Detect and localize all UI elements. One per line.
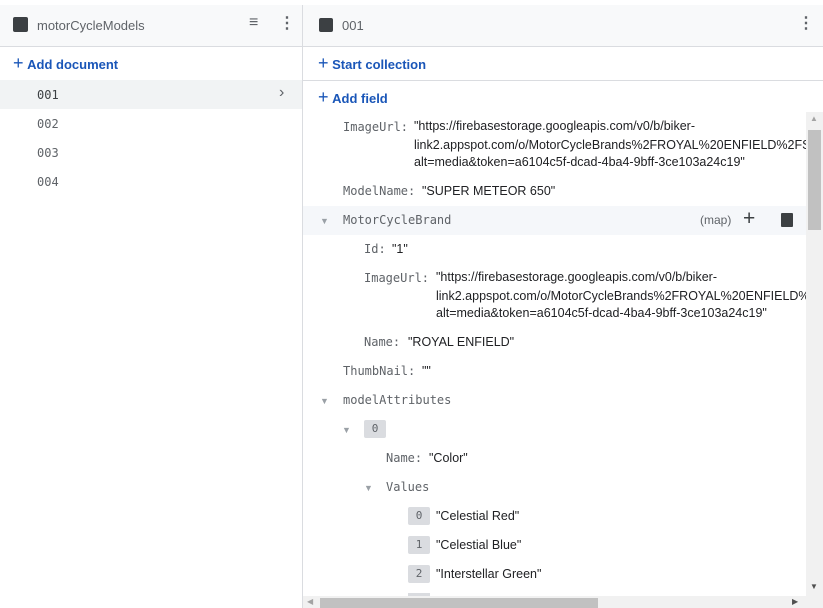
add-field-button[interactable]: + Add field [318, 87, 388, 108]
collapse-arrow-icon[interactable]: ▼ [320, 396, 329, 406]
field-key: ModelName: [343, 184, 416, 198]
field-key: Id: [364, 242, 386, 256]
field-value[interactable]: "https://firebasestorage.googleapis.com/… [436, 270, 717, 284]
array-index: 1 [408, 536, 430, 554]
filter-icon[interactable]: ≡ [249, 14, 258, 32]
plus-icon: + [13, 53, 24, 73]
more-vert-icon[interactable]: ⋮ [279, 13, 295, 33]
divider [303, 80, 823, 81]
document-item[interactable]: 004 [37, 175, 59, 189]
plus-icon: + [318, 87, 329, 107]
field-value[interactable]: "Interstellar Green" [436, 567, 541, 581]
delete-icon[interactable] [781, 213, 793, 227]
field-key: ImageUrl: [364, 271, 430, 285]
collection-title: motorCycleModels [37, 18, 145, 33]
scroll-up-icon[interactable]: ▲ [810, 114, 818, 123]
field-value[interactable]: link2.appspot.com/o/MotorCycleBrands%2FR… [414, 138, 806, 152]
field-key: ThumbNail: [343, 364, 416, 378]
document-item[interactable]: 001 [37, 88, 59, 102]
field-value[interactable]: "Color" [429, 451, 468, 465]
add-field-label: Add field [332, 91, 388, 106]
more-vert-icon[interactable]: ⋮ [798, 13, 814, 33]
field-key: MotorCycleBrand [343, 213, 452, 227]
horizontal-scrollbar-thumb[interactable] [320, 598, 598, 608]
document-title: 001 [342, 18, 364, 33]
add-document-button[interactable]: + Add document [13, 53, 118, 74]
field-key: modelAttributes [343, 393, 452, 407]
field-key: Name: [364, 335, 401, 349]
field-value[interactable]: "" [422, 364, 431, 378]
field-value[interactable]: alt=media&token=a6104c5f-dcad-4ba4-9bff-… [414, 155, 745, 169]
chevron-right-icon: › [279, 84, 285, 101]
document-icon [319, 18, 333, 32]
collapse-arrow-icon[interactable]: ▼ [364, 483, 373, 493]
field-type: (map) [700, 213, 732, 227]
document-item[interactable]: 002 [37, 117, 59, 131]
array-index: 2 [408, 565, 430, 583]
collection-icon [13, 17, 28, 32]
field-key: Values [386, 480, 430, 494]
field-value[interactable]: "ROYAL ENFIELD" [408, 335, 514, 349]
field-value[interactable]: alt=media&token=a6104c5f-dcad-4ba4-9bff-… [436, 306, 767, 320]
field-key: Name: [386, 451, 423, 465]
document-list [0, 47, 303, 608]
field-key: ImageUrl: [343, 120, 409, 134]
document-header [303, 5, 823, 47]
scroll-left-icon[interactable]: ◀ [307, 597, 313, 606]
array-index: 0 [408, 507, 430, 525]
vertical-scrollbar-thumb[interactable] [808, 130, 821, 230]
plus-icon: + [318, 53, 329, 73]
field-value[interactable]: "1" [392, 242, 408, 256]
field-value[interactable]: link2.appspot.com/o/MotorCycleBrands%2FR… [436, 289, 806, 303]
array-index: 0 [364, 420, 386, 438]
collapse-arrow-icon[interactable]: ▼ [320, 216, 329, 226]
scroll-right-icon[interactable]: ▶ [792, 597, 798, 606]
field-value[interactable]: "SUPER METEOR 650" [422, 184, 555, 198]
start-collection-button[interactable]: + Start collection [318, 53, 426, 74]
field-value[interactable]: "Celestial Blue" [436, 538, 521, 552]
collapse-arrow-icon[interactable]: ▼ [342, 425, 351, 435]
field-value[interactable]: "https://firebasestorage.googleapis.com/… [414, 119, 695, 133]
start-collection-label: Start collection [332, 57, 427, 72]
document-item[interactable]: 003 [37, 146, 59, 160]
field-value[interactable]: "Celestial Red" [436, 509, 519, 523]
scroll-down-icon[interactable]: ▼ [810, 582, 818, 591]
add-field-icon[interactable]: + [743, 207, 755, 231]
add-document-label: Add document [27, 57, 119, 72]
